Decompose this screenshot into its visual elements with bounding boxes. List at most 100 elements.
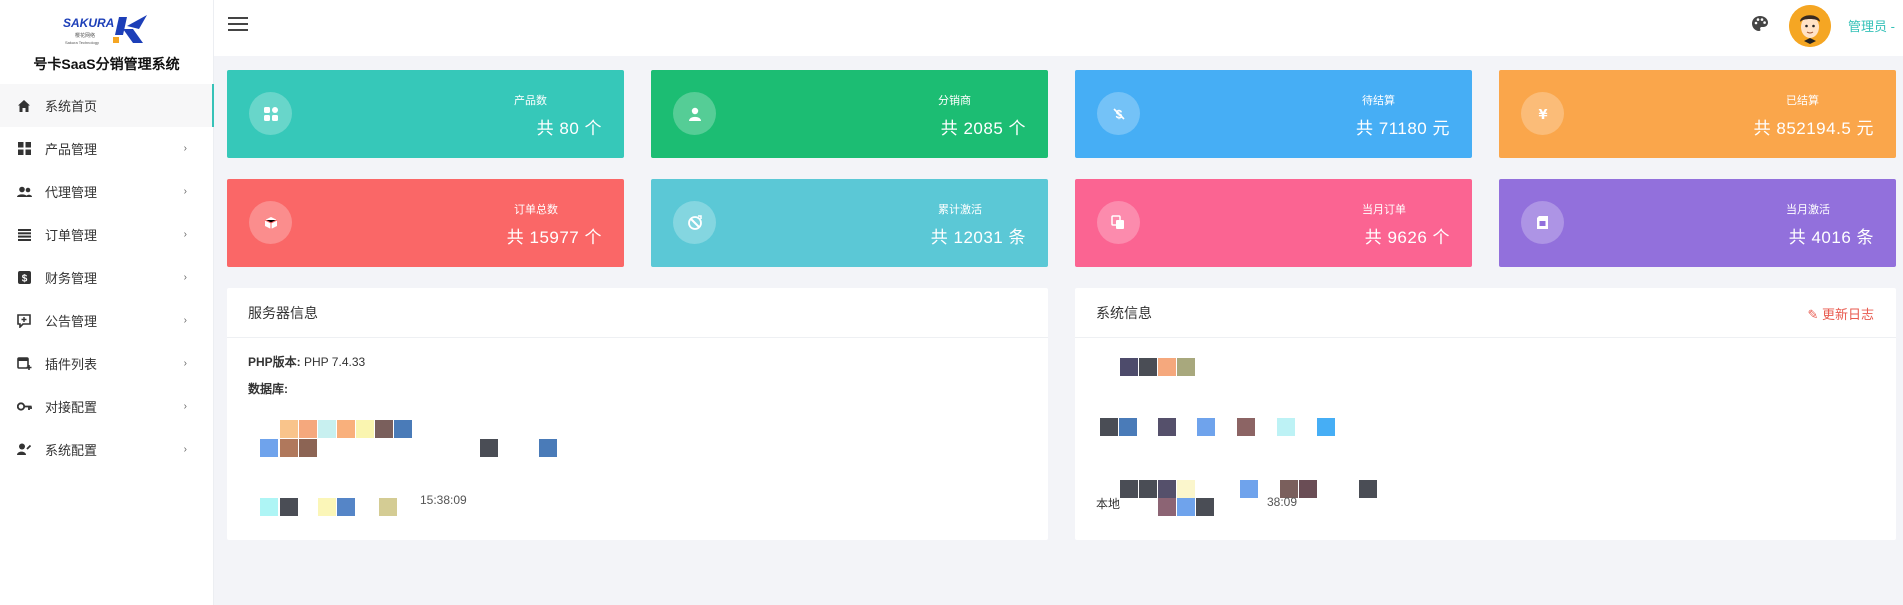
announcement-icon xyxy=(16,313,32,329)
mosaic-block xyxy=(1196,498,1214,516)
mosaic-block xyxy=(299,420,317,438)
mosaic-block xyxy=(375,420,393,438)
sidebar-item-finance[interactable]: $ 财务管理 › xyxy=(0,256,213,299)
stat-value: 共 12031 条 xyxy=(930,228,1026,247)
chevron-right-icon: › xyxy=(183,444,187,455)
mosaic-block xyxy=(480,439,498,457)
mosaic-block xyxy=(1317,418,1335,436)
stat-label: 待结算 xyxy=(1362,95,1395,107)
sidebar-item-label: 系统配置 xyxy=(45,443,98,458)
sidebar-item-announcements[interactable]: 公告管理 › xyxy=(0,299,213,342)
sidebar-item-plugins[interactable]: 插件列表 › xyxy=(0,342,213,385)
mosaic-block xyxy=(1359,480,1377,498)
mosaic-block xyxy=(1158,480,1176,498)
svg-text:¥: ¥ xyxy=(1538,108,1547,121)
palette-icon[interactable] xyxy=(1751,15,1771,35)
stat-label: 订单总数 xyxy=(514,204,558,216)
sidebar-item-label: 代理管理 xyxy=(45,185,98,200)
stat-card-activations[interactable]: 累计激活 共 12031 条 xyxy=(651,179,1048,267)
mosaic-block xyxy=(1139,358,1157,376)
mosaic-block xyxy=(1177,498,1195,516)
avatar-face-icon xyxy=(1789,5,1831,47)
sidebar-item-integration[interactable]: 对接配置 › xyxy=(0,385,213,428)
box-icon xyxy=(249,201,292,244)
stat-label: 当月订单 xyxy=(1362,204,1406,216)
mosaic-block xyxy=(1237,418,1255,436)
sakura-logo-icon: SAKURA 樱花网络 Sakura Technology xyxy=(63,15,147,45)
stat-card-monthly-orders[interactable]: 当月订单 共 9626 个 xyxy=(1075,179,1472,267)
stat-value: 共 15977 个 xyxy=(506,228,602,247)
chevron-right-icon: › xyxy=(183,143,187,154)
logo: SAKURA 樱花网络 Sakura Technology xyxy=(61,12,153,48)
sidebar-item-label: 订单管理 xyxy=(45,228,98,243)
stat-card-products[interactable]: 产品数 共 80 个 xyxy=(227,70,624,158)
sidebar-menu: 系统首页 产品管理 › 代理管理 › 订单管理 › $ 财务管理 › 公告管理 … xyxy=(0,84,214,471)
sidebar-item-home[interactable]: 系统首页 xyxy=(0,84,214,127)
brand: SAKURA 樱花网络 Sakura Technology 号卡SaaS分销管理… xyxy=(0,0,213,84)
mosaic-block xyxy=(337,420,355,438)
stat-card-orders-total[interactable]: 订单总数 共 15977 个 xyxy=(227,179,624,267)
chevron-right-icon: › xyxy=(183,315,187,326)
chevron-right-icon: › xyxy=(183,186,187,197)
home-icon xyxy=(16,98,32,114)
server-info-panel: 服务器信息 PHP版本: PHP 7.4.33 数据库: 15:38:09 xyxy=(227,288,1048,540)
mosaic-block xyxy=(379,498,397,516)
sidebar: SAKURA 樱花网络 Sakura Technology 号卡SaaS分销管理… xyxy=(0,0,214,605)
sidebar-item-products[interactable]: 产品管理 › xyxy=(0,127,213,170)
stat-card-pending[interactable]: $ 待结算 共 71180 元 xyxy=(1075,70,1472,158)
server-time-partial: 15:38:09 xyxy=(420,493,467,507)
mosaic-block xyxy=(1277,418,1295,436)
stat-value: 共 4016 条 xyxy=(1788,228,1874,247)
mosaic-block xyxy=(356,420,374,438)
update-log-link[interactable]: ✎ 更新日志 xyxy=(1807,304,1874,323)
stat-value: 共 2085 个 xyxy=(940,119,1026,138)
mosaic-block xyxy=(318,420,336,438)
system-info-title: 系统信息 xyxy=(1096,304,1152,321)
edit-icon: ✎ xyxy=(1807,307,1819,322)
pending-icon: $ xyxy=(1097,92,1140,135)
mosaic-block xyxy=(318,498,336,516)
sidebar-item-label: 产品管理 xyxy=(45,142,98,157)
person-icon xyxy=(673,92,716,135)
mosaic-block xyxy=(1120,480,1138,498)
mosaic-block xyxy=(1139,480,1157,498)
mosaic-block xyxy=(1240,480,1258,498)
svg-text:SAKURA: SAKURA xyxy=(63,16,114,30)
chevron-right-icon: › xyxy=(183,358,187,369)
admin-menu[interactable]: 管理员 - xyxy=(1848,16,1895,35)
system-info-header: 系统信息 ✎ 更新日志 xyxy=(1075,288,1896,338)
chevron-right-icon: › xyxy=(183,272,187,283)
stat-value: 共 852194.5 元 xyxy=(1753,119,1874,138)
php-version-row: PHP版本: PHP 7.4.33 xyxy=(248,353,365,370)
stat-label: 当月激活 xyxy=(1786,204,1830,216)
mosaic-block xyxy=(1299,480,1317,498)
svg-text:$: $ xyxy=(21,274,27,285)
stat-card-settled[interactable]: ¥ 已结算 共 852194.5 元 xyxy=(1499,70,1896,158)
stat-label: 已结算 xyxy=(1786,95,1819,107)
mosaic-block xyxy=(1197,418,1215,436)
dollar-icon: $ xyxy=(16,270,32,286)
sidebar-item-system-settings[interactable]: 系统配置 › xyxy=(0,428,213,471)
sidebar-item-label: 财务管理 xyxy=(45,271,98,286)
copy-icon xyxy=(1097,201,1140,244)
svg-text:樱花网络: 樱花网络 xyxy=(75,32,95,39)
yen-icon: ¥ xyxy=(1521,92,1564,135)
stat-card-distributors[interactable]: 分销商 共 2085 个 xyxy=(651,70,1048,158)
mosaic-block xyxy=(260,439,278,457)
stat-value: 共 80 个 xyxy=(536,119,602,138)
menu-toggle-icon[interactable] xyxy=(228,17,248,33)
stat-card-monthly-activations[interactable]: 当月激活 共 4016 条 xyxy=(1499,179,1896,267)
topbar: 管理员 - xyxy=(214,0,1903,56)
sidebar-item-agents[interactable]: 代理管理 › xyxy=(0,170,213,213)
database-row: 数据库: xyxy=(248,380,288,397)
chevron-right-icon: › xyxy=(183,229,187,240)
svg-text:Sakura Technology: Sakura Technology xyxy=(65,40,99,45)
avatar[interactable] xyxy=(1789,5,1831,47)
key-icon xyxy=(16,399,32,415)
sidebar-item-orders[interactable]: 订单管理 › xyxy=(0,213,213,256)
local-time-partial: 38:09 xyxy=(1267,495,1298,509)
mosaic-block xyxy=(1120,358,1138,376)
chevron-right-icon: › xyxy=(183,401,187,412)
mosaic-block xyxy=(1158,418,1176,436)
users-icon xyxy=(16,184,32,200)
